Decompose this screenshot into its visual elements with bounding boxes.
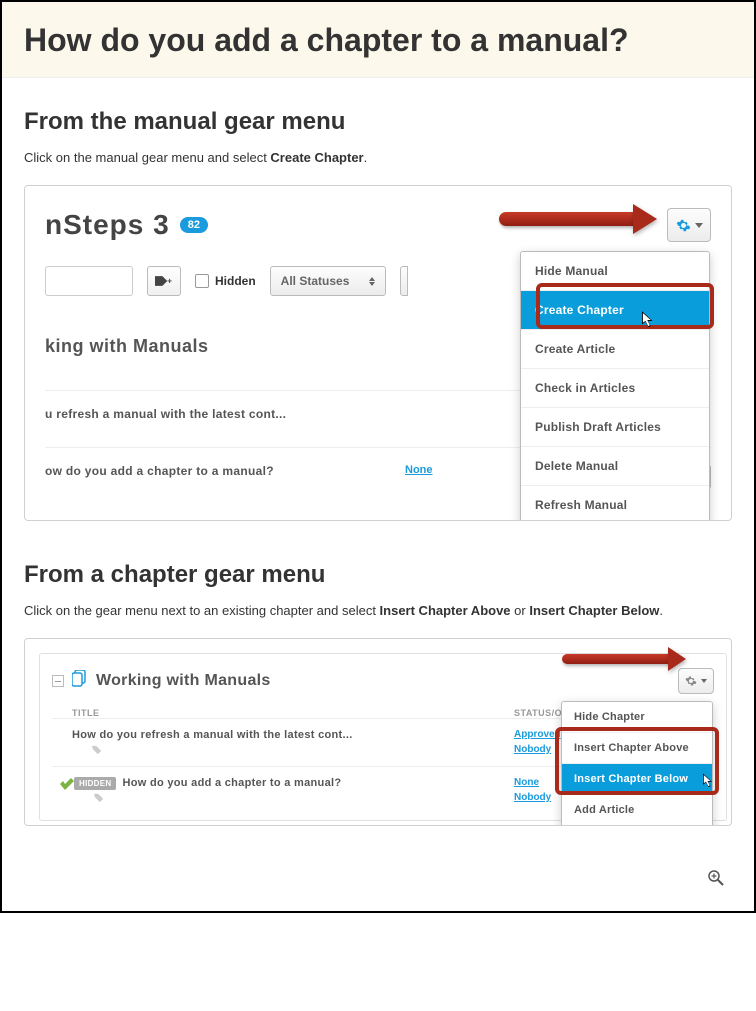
menu-insert-above[interactable]: Insert Chapter Above: [562, 733, 712, 764]
check-icon: [60, 777, 74, 793]
copy-icon: [72, 670, 88, 693]
status-select[interactable]: All Statuses: [270, 266, 387, 296]
section1-desc: Click on the manual gear menu and select…: [24, 150, 732, 165]
manual-gear-menu: Hide Manual Create Chapter Create Articl…: [520, 251, 710, 521]
section2-desc-pre: Click on the gear menu next to an existi…: [24, 603, 380, 618]
svg-text:+: +: [167, 276, 172, 285]
tag-icon: [94, 793, 104, 803]
section2-desc-post: .: [659, 603, 663, 618]
col-title: TITLE: [52, 708, 514, 718]
hidden-checkbox[interactable]: [195, 274, 209, 288]
caret-down-icon: [695, 223, 703, 228]
hidden-label: Hidden: [215, 274, 256, 288]
caret-down-icon: [701, 679, 707, 683]
cursor-icon: [642, 311, 656, 329]
screenshot-chapter-gear: Working with Manuals Hide Chapter Insert…: [24, 638, 732, 826]
chapter-gear-button[interactable]: Hide Chapter Insert Chapter Above Insert…: [678, 668, 714, 694]
menu-create-article[interactable]: Create Article: [521, 330, 709, 369]
menu-insert-below[interactable]: Insert Chapter Below: [562, 764, 712, 795]
section1-desc-bold: Create Chapter: [270, 150, 363, 165]
screenshot-manual-gear: nSteps 3 82 Hide Manual Create Chapter C…: [24, 185, 732, 521]
article-title[interactable]: ow do you add a chapter to a manual?: [45, 464, 405, 478]
section2-desc-bold2: Insert Chapter Below: [529, 603, 659, 618]
arrow-annotation: [562, 654, 672, 664]
collapse-toggle[interactable]: [52, 675, 64, 687]
menu-hide-chapter[interactable]: Hide Chapter: [562, 702, 712, 733]
status-select-value: All Statuses: [281, 274, 350, 288]
menu-hide-manual[interactable]: Hide Manual: [521, 252, 709, 291]
chapter-gear-menu: Hide Chapter Insert Chapter Above Insert…: [561, 701, 713, 826]
page-title: How do you add a chapter to a manual?: [2, 2, 754, 78]
section2-desc-mid: or: [511, 603, 530, 618]
section2-desc-bold1: Insert Chapter Above: [380, 603, 511, 618]
article-title[interactable]: u refresh a manual with the latest cont.…: [45, 407, 561, 421]
cursor-icon: [703, 773, 715, 789]
menu-delete-manual[interactable]: Delete Manual: [521, 447, 709, 486]
menu-refresh-manual[interactable]: Refresh Manual: [521, 486, 709, 521]
menu-publish-drafts[interactable]: Publish Draft Articles: [521, 408, 709, 447]
arrow-annotation: [499, 212, 639, 226]
gear-icon: [685, 675, 697, 687]
hidden-pill: HIDDEN: [74, 777, 116, 790]
tag-button[interactable]: +: [147, 266, 181, 296]
menu-add-article[interactable]: Add Article: [562, 795, 712, 826]
section1-desc-post: .: [364, 150, 368, 165]
article-title[interactable]: How do you refresh a manual with the lat…: [72, 729, 353, 741]
section2-desc: Click on the gear menu next to an existi…: [24, 603, 732, 618]
tag-icon: [92, 745, 102, 755]
article-title[interactable]: How do you add a chapter to a manual?: [122, 777, 341, 789]
select-arrows-icon: [369, 277, 375, 286]
section1-desc-pre: Click on the manual gear menu and select: [24, 150, 270, 165]
manual-gear-button[interactable]: Hide Manual Create Chapter Create Articl…: [667, 208, 711, 242]
zoom-icon[interactable]: [24, 866, 732, 891]
menu-create-chapter[interactable]: Create Chapter: [521, 291, 709, 330]
menu-check-in-articles[interactable]: Check in Articles: [521, 369, 709, 408]
section1-heading: From the manual gear menu: [24, 108, 732, 136]
manual-title: nSteps 3: [45, 209, 170, 241]
count-badge: 82: [180, 217, 208, 233]
search-input[interactable]: [45, 266, 133, 296]
tag-plus-icon: +: [155, 274, 173, 288]
section2-heading: From a chapter gear menu: [24, 561, 732, 589]
gear-icon: [676, 218, 691, 233]
chapter-title: Working with Manuals: [96, 672, 271, 690]
